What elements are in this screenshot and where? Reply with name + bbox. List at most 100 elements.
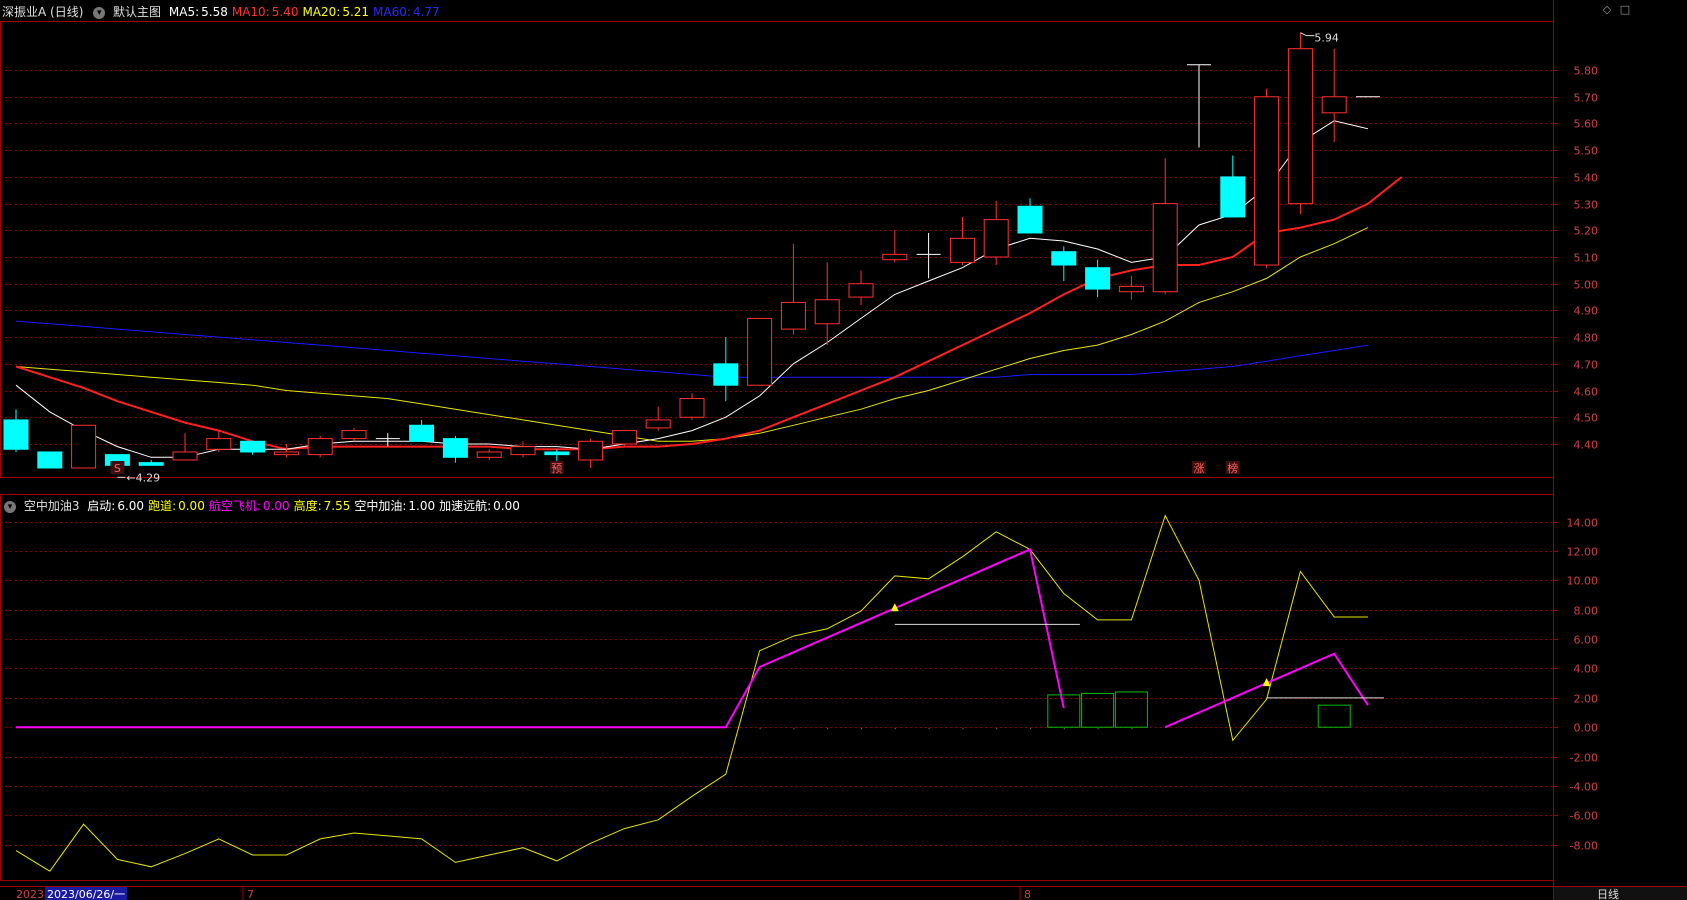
dot xyxy=(894,728,896,730)
y-tick-label: 4.90 xyxy=(1574,305,1599,318)
candle-body xyxy=(882,253,908,261)
stock-chart[interactable]: 5.80 5.70 5.60 5.50 5.40 5.30 5.20 5.10 5.00 4.90… xyxy=(0,0,1687,900)
candle-body xyxy=(611,430,637,445)
candle-body xyxy=(37,451,63,469)
main-chart-header: 深振业A (日线) ▾ 默认主图 MA5: 5.58 MA10: 5.40 MA20: 5… xyxy=(2,2,448,22)
y-tick-label: 4.60 xyxy=(1574,386,1599,399)
y-tick-label: -2.00 xyxy=(1570,752,1598,765)
footer-date: 2023/06/26/一 xyxy=(47,888,125,900)
y-tick-label: 14.00 xyxy=(1567,517,1599,530)
candle-body xyxy=(138,462,164,466)
candle xyxy=(611,430,637,447)
candle xyxy=(341,427,367,442)
candle xyxy=(71,424,97,469)
y-tick-label: 8.00 xyxy=(1574,605,1599,618)
y-tick-label: 10.00 xyxy=(1567,575,1599,588)
candle xyxy=(713,337,739,402)
y-tick-label: 4.80 xyxy=(1574,332,1599,345)
candle-body xyxy=(510,446,536,456)
template-label[interactable]: 默认主图 xyxy=(113,5,161,19)
y-tick-label: 12.00 xyxy=(1567,546,1599,559)
candle-body xyxy=(814,299,840,325)
period-bg xyxy=(1554,887,1687,900)
ma10-line xyxy=(15,176,1403,451)
indicator-menu-icon[interactable]: ▾ xyxy=(4,500,16,513)
candle xyxy=(409,419,435,442)
candle xyxy=(679,393,705,420)
y-tick-label: 0.00 xyxy=(1574,722,1599,735)
candle-body xyxy=(71,424,97,469)
indicator-value: 0.00 xyxy=(178,499,205,513)
y-tick-label: 5.80 xyxy=(1574,65,1599,78)
y-tick-label: -4.00 xyxy=(1570,781,1598,794)
y-tick-label: 4.70 xyxy=(1574,359,1599,372)
aircraft-line xyxy=(1164,652,1369,729)
footer-year: 2023 xyxy=(16,888,44,900)
dot xyxy=(1063,728,1065,730)
y-tick-label: 5.10 xyxy=(1574,252,1599,265)
y-tick-label: 5.30 xyxy=(1574,199,1599,212)
candle xyxy=(1152,158,1178,295)
candle xyxy=(814,262,840,346)
indicator-label: 跑道: xyxy=(148,499,177,513)
candle-body xyxy=(206,438,232,450)
candle xyxy=(307,435,333,458)
aircraft-line xyxy=(16,547,1065,729)
candle xyxy=(1254,88,1280,268)
indicator-value: 0.00 xyxy=(493,499,520,513)
y-tick-label: 5.60 xyxy=(1574,118,1599,131)
y-tick-label: 5.00 xyxy=(1574,279,1599,292)
oscillator-line xyxy=(15,514,1368,872)
candle-body xyxy=(848,283,874,298)
candle xyxy=(645,406,671,431)
dot xyxy=(861,728,862,730)
candle-body xyxy=(578,440,604,461)
candle-body xyxy=(1152,203,1178,293)
footer-month: 8 xyxy=(1024,888,1031,900)
diamond-icon[interactable]: ◇ xyxy=(1601,4,1613,16)
candle xyxy=(510,441,536,458)
event-mark: 榜 xyxy=(1227,461,1238,475)
indicator-legend: 启动: 6.00 跑道: 0.00 航空飞机: 0.00 高度: 7.55 空中加油: 1.00 加… xyxy=(87,499,524,513)
candle xyxy=(138,459,164,466)
ma60-line xyxy=(15,320,1369,378)
indicator-label: 高度: xyxy=(293,499,322,513)
y-tick-label: 4.40 xyxy=(1574,439,1599,452)
stock-title[interactable]: 深振业A (日线) xyxy=(2,5,83,19)
ma-legend: MA5: 5.58 MA10: 5.40 MA20: 5.21 MA60: 4.77 xyxy=(169,5,444,19)
period-label: 日线 xyxy=(1597,887,1619,900)
indicator-label: 启动: xyxy=(87,499,116,513)
y-tick-label: 4.50 xyxy=(1574,412,1599,425)
y-tick-label: -8.00 xyxy=(1570,840,1598,853)
candle xyxy=(578,438,604,468)
footer-month: 7 xyxy=(247,888,254,900)
y-tick-label: 5.20 xyxy=(1574,225,1599,238)
dot xyxy=(759,728,761,730)
candle-body xyxy=(949,237,975,263)
indicator-label: 加速远航: xyxy=(439,499,492,513)
y-tick-label: 5.70 xyxy=(1574,92,1599,105)
candle xyxy=(1220,155,1246,218)
candle xyxy=(1321,48,1347,143)
candle-body xyxy=(476,451,502,458)
square-icon[interactable]: □ xyxy=(1619,4,1631,16)
candle xyxy=(1187,64,1211,148)
indicator-name[interactable]: 空中加油3 xyxy=(24,499,80,513)
candle xyxy=(1051,246,1077,282)
y-tick-label: 5.40 xyxy=(1574,172,1599,185)
candle xyxy=(3,409,29,452)
candle xyxy=(1085,259,1111,298)
candle-body xyxy=(172,451,198,461)
candle-body xyxy=(1118,285,1144,293)
event-mark: S xyxy=(114,462,121,475)
chart-menu-icon[interactable]: ▾ xyxy=(93,6,106,19)
ma-label: MA10: xyxy=(231,5,270,19)
candle xyxy=(983,200,1009,266)
candle-body xyxy=(1220,176,1246,218)
candle-body xyxy=(341,430,367,440)
dot xyxy=(1097,728,1099,730)
candle-body xyxy=(679,398,705,418)
candle-body xyxy=(747,317,773,386)
dot xyxy=(996,728,998,730)
candle-body xyxy=(273,451,299,456)
